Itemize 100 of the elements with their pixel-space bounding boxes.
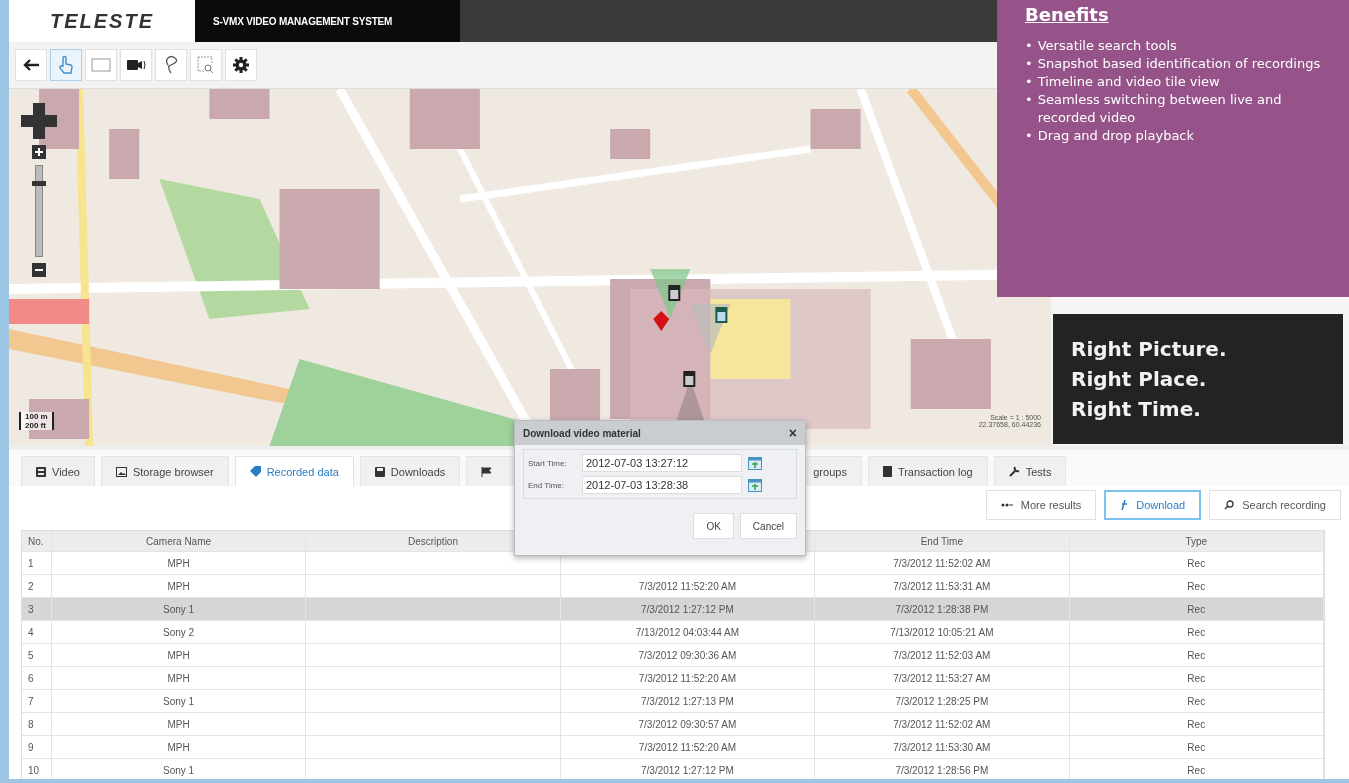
table-cell: 7/3/2012 11:52:20 AM bbox=[638, 580, 736, 592]
zoom-in-button[interactable] bbox=[32, 145, 46, 159]
table-cell: Rec bbox=[1187, 741, 1206, 753]
table-cell: 7/3/2012 11:53:31 AM bbox=[893, 580, 991, 592]
tab[interactable]: Transaction log bbox=[867, 456, 988, 486]
table-cell: 2 bbox=[28, 580, 34, 592]
tool-button[interactable] bbox=[225, 49, 257, 81]
benefit-item: Seamless switching between live and recorded video bbox=[1037, 91, 1283, 127]
table-cell: MPH bbox=[167, 672, 190, 684]
tab[interactable]: Downloads bbox=[359, 456, 461, 486]
table-cell: MPH bbox=[167, 580, 190, 592]
table-row[interactable]: 6 MPH 7/3/2012 11:52:20 AM 7/3/2012 11:53:27 AM Rec bbox=[22, 667, 1324, 690]
zoom-slider[interactable] bbox=[35, 165, 43, 257]
column-header[interactable]: End Time bbox=[815, 531, 1070, 551]
location-pin-icon[interactable] bbox=[653, 311, 670, 331]
table-row[interactable]: 9 MPH 7/3/2012 11:52:20 AM 7/3/2012 11:53:30 AM Rec bbox=[22, 736, 1324, 759]
field-label: Start Time: bbox=[528, 458, 568, 468]
download-icon bbox=[1120, 500, 1129, 510]
tab[interactable]: Storage browser bbox=[100, 456, 229, 486]
table-cell: 7/3/2012 1:28:56 PM bbox=[895, 764, 989, 776]
table-cell: 7/13/2012 04:03:44 AM bbox=[635, 626, 740, 638]
dialog-button[interactable]: Cancel bbox=[739, 513, 797, 539]
app-title: S-VMX VIDEO MANAGEMENT SYSTEM bbox=[213, 15, 393, 27]
table-cell: Sony 1 bbox=[163, 603, 195, 615]
close-button[interactable]: × bbox=[788, 425, 797, 441]
table-row[interactable]: 4 Sony 2 7/13/2012 04:03:44 AM 7/13/2012 10:05:21 AM Rec bbox=[22, 621, 1324, 644]
zoom-slider-thumb[interactable] bbox=[32, 181, 46, 186]
wrench-icon bbox=[1008, 466, 1020, 477]
table-row[interactable]: 10 Sony 1 7/3/2012 1:27:12 PM 7/3/2012 1:28:56 PM Rec bbox=[22, 759, 1324, 779]
table-cell: 7/3/2012 11:52:02 AM bbox=[893, 557, 991, 569]
back-arrow-icon bbox=[22, 58, 40, 72]
tab[interactable]: Video bbox=[21, 456, 95, 486]
zoom-out-button[interactable] bbox=[32, 263, 46, 277]
table-cell: Rec bbox=[1187, 672, 1206, 684]
table-cell: 7/3/2012 11:52:03 AM bbox=[893, 649, 991, 661]
action-button[interactable]: Download bbox=[1104, 490, 1202, 520]
lasso-icon bbox=[164, 55, 178, 75]
scale-label: 200 ft bbox=[25, 421, 47, 430]
table-row[interactable]: 5 MPH 7/3/2012 09:30:36 AM 7/3/2012 11:52:03 AM Rec bbox=[22, 644, 1324, 667]
table-cell: Rec bbox=[1187, 764, 1206, 776]
dialog-title: Download video material bbox=[523, 427, 641, 439]
table-cell: 10 bbox=[28, 764, 40, 776]
table-cell: MPH bbox=[167, 649, 190, 661]
book-icon bbox=[882, 466, 892, 477]
tool-button[interactable] bbox=[120, 49, 152, 81]
column-header[interactable]: Type bbox=[1069, 531, 1324, 551]
dots-icon bbox=[1000, 502, 1013, 508]
table-cell: 7/3/2012 1:28:25 PM bbox=[895, 695, 989, 707]
slogan-line: Right Picture. bbox=[1071, 336, 1228, 363]
table-cell: 1 bbox=[28, 557, 34, 569]
time-input-field[interactable]: 2012-07-03 13:27:12 bbox=[582, 454, 742, 472]
action-button[interactable]: More results bbox=[985, 490, 1097, 520]
camera-marker-icon[interactable] bbox=[683, 371, 696, 387]
table-cell: Rec bbox=[1187, 557, 1206, 569]
table-cell: 7/3/2012 11:52:02 AM bbox=[893, 718, 991, 730]
table-cell: Rec bbox=[1187, 649, 1206, 661]
table-cell: MPH bbox=[167, 741, 190, 753]
table-cell: 7/3/2012 1:28:38 PM bbox=[895, 603, 989, 615]
action-button[interactable]: Search recording bbox=[1209, 490, 1341, 520]
dialog-button[interactable]: OK bbox=[693, 513, 734, 539]
column-header[interactable]: No. bbox=[22, 531, 52, 551]
table-row[interactable]: 8 MPH 7/3/2012 09:30:57 AM 7/3/2012 11:52:02 AM Rec bbox=[22, 713, 1324, 736]
table-cell: 8 bbox=[28, 718, 34, 730]
time-input-field[interactable]: 2012-07-03 13:28:38 bbox=[582, 476, 742, 494]
field-label: End Time: bbox=[528, 480, 565, 490]
tab[interactable]: Tests bbox=[993, 456, 1067, 486]
table-cell: Rec bbox=[1187, 695, 1206, 707]
zoom-area-icon bbox=[197, 56, 215, 74]
bullet: • bbox=[1025, 55, 1033, 73]
camera-marker-icon[interactable] bbox=[715, 307, 728, 323]
camera-marker-icon[interactable] bbox=[668, 285, 681, 301]
benefit-item: Snapshot based identification of recordings bbox=[1037, 55, 1321, 73]
scale-label: 100 m bbox=[25, 412, 48, 421]
plus-icon bbox=[35, 148, 43, 156]
bullet: • bbox=[1025, 91, 1033, 109]
logo: TELESTE bbox=[50, 9, 154, 33]
calendar-icon[interactable] bbox=[748, 478, 762, 492]
bullet: • bbox=[1025, 127, 1033, 145]
column-header[interactable]: Camera Name bbox=[51, 531, 307, 551]
table-cell: 3 bbox=[28, 603, 34, 615]
settings-icon bbox=[232, 56, 250, 74]
table-cell: Rec bbox=[1187, 718, 1206, 730]
table-row[interactable]: 7 Sony 1 7/3/2012 1:27:13 PM 7/3/2012 1:28:25 PM Rec bbox=[22, 690, 1324, 713]
tool-button[interactable] bbox=[15, 49, 47, 81]
table-cell: 5 bbox=[28, 649, 34, 661]
tab[interactable]: Recorded data bbox=[234, 456, 354, 486]
table-cell: MPH bbox=[167, 718, 190, 730]
minus-icon bbox=[35, 266, 43, 274]
table-cell: 7/3/2012 11:53:27 AM bbox=[893, 672, 991, 684]
calendar-icon[interactable] bbox=[748, 456, 762, 470]
rectangle-icon bbox=[91, 58, 111, 72]
table-cell: Rec bbox=[1187, 626, 1206, 638]
benefit-item: Versatile search tools bbox=[1037, 37, 1177, 55]
table-row[interactable]: 3 Sony 1 7/3/2012 1:27:12 PM 7/3/2012 1:28:38 PM Rec bbox=[22, 598, 1324, 621]
table-cell: 7/3/2012 11:53:30 AM bbox=[893, 741, 991, 753]
film-icon bbox=[36, 466, 46, 477]
table-cell: 7/3/2012 09:30:57 AM bbox=[638, 718, 737, 730]
table-cell: 7/3/2012 1:27:12 PM bbox=[641, 603, 734, 615]
benefit-item: Drag and drop playback bbox=[1037, 127, 1195, 145]
table-cell: Sony 1 bbox=[163, 695, 195, 707]
